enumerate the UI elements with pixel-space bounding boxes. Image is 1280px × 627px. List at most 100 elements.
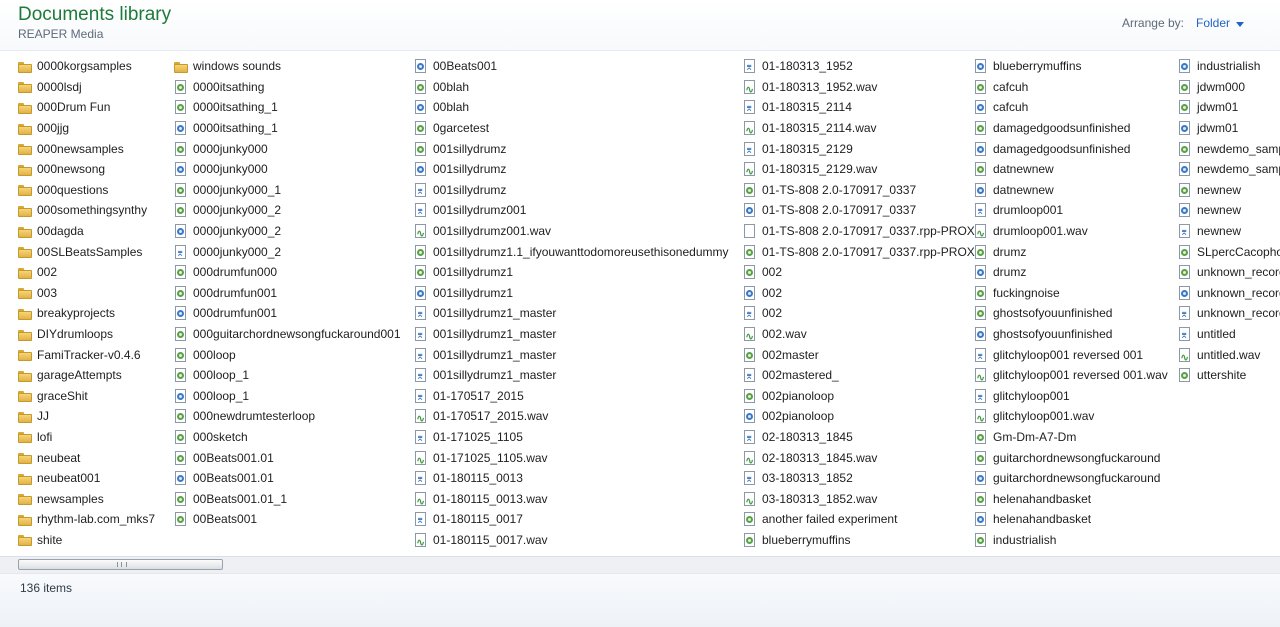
file-item[interactable]: 0000korgsamples [18, 56, 155, 77]
file-item[interactable]: newdemo_samp [1178, 159, 1280, 180]
file-item[interactable]: 000guitarchordnewsongfuckaround001 [174, 324, 401, 345]
file-item[interactable]: datnewnew [974, 180, 1168, 201]
file-item[interactable]: 001sillydrumz1_master [414, 365, 729, 387]
file-item[interactable]: unknown_record [1178, 283, 1280, 304]
file-item[interactable]: 000drumfun001 [174, 303, 401, 324]
file-item[interactable]: 03-180313_1852.wav [743, 488, 975, 512]
file-item[interactable]: 0000itsathing_1 [174, 97, 401, 118]
file-item[interactable]: 00dagda [18, 221, 155, 242]
file-item[interactable]: newnew [1178, 200, 1280, 221]
file-item[interactable]: unknown_record [1178, 303, 1280, 325]
file-item[interactable]: 0garcetest [414, 118, 729, 139]
file-item[interactable]: 002mastered_ [743, 365, 975, 387]
file-item[interactable]: jdwm01 [1178, 97, 1280, 118]
file-item[interactable]: 00Beats001 [414, 56, 729, 77]
file-item[interactable]: 000loop_1 [174, 365, 401, 386]
file-item[interactable]: 01-180315_2129 [743, 138, 975, 161]
file-item[interactable]: 00SLBeatsSamples [18, 241, 155, 262]
file-item[interactable]: glitchyloop001 [974, 386, 1168, 408]
file-item[interactable]: windows sounds [174, 56, 401, 77]
file-item[interactable]: jdwm000 [1178, 77, 1280, 98]
file-item[interactable]: lofi [18, 427, 155, 448]
file-item[interactable]: 000newdrumtesterloop [174, 406, 401, 427]
file-item[interactable]: breakyprojects [18, 303, 155, 324]
file-item[interactable]: 002 [743, 303, 975, 325]
file-item[interactable]: glitchyloop001 reversed 001 [974, 344, 1168, 367]
file-item[interactable]: glitchyloop001.wav [974, 406, 1168, 429]
file-item[interactable]: 001sillydrumz1_master [414, 324, 729, 346]
file-item[interactable]: 000somethingsynthy [18, 200, 155, 221]
file-item[interactable]: ghostsofyouunfinished [974, 324, 1168, 345]
file-item[interactable]: industrialish [974, 530, 1168, 551]
file-item[interactable]: 01-TS-808 2.0-170917_0337 [743, 180, 975, 201]
file-item[interactable]: 000newsamples [18, 138, 155, 159]
file-item[interactable]: JJ [18, 406, 155, 427]
scrollbar-thumb[interactable] [18, 559, 223, 570]
file-item[interactable]: newnew [1178, 221, 1280, 243]
file-item[interactable]: damagedgoodsunfinished [974, 138, 1168, 159]
file-item[interactable]: 000sketch [174, 427, 401, 448]
file-item[interactable]: 02-180313_1845.wav [743, 447, 975, 471]
file-item[interactable]: 0000itsathing [174, 77, 401, 98]
file-item[interactable]: Gm-Dm-A7-Dm [974, 427, 1168, 448]
file-item[interactable]: 01-TS-808 2.0-170917_0337.rpp-PROX [743, 241, 975, 262]
file-item[interactable]: drumz [974, 241, 1168, 262]
file-item[interactable]: 01-180313_1952 [743, 56, 975, 78]
file-item[interactable]: drumz [974, 262, 1168, 283]
file-item[interactable]: another failed experiment [743, 509, 975, 530]
file-item[interactable]: 01-180315_2114.wav [743, 118, 975, 141]
file-item[interactable]: DIYdrumloops [18, 324, 155, 345]
file-item[interactable]: 0000junky000 [174, 138, 401, 159]
file-item[interactable]: 001sillydrumz001.wav [414, 221, 729, 244]
file-item[interactable]: 0000junky000 [174, 159, 401, 180]
file-item[interactable]: 0000junky000_2 [174, 221, 401, 242]
file-item[interactable]: FamiTracker-v0.4.6 [18, 344, 155, 365]
file-item[interactable]: 01-180115_0017 [414, 509, 729, 531]
file-item[interactable]: 001sillydrumz1 [414, 283, 729, 304]
file-item[interactable]: 000drumfun001 [174, 283, 401, 304]
file-item[interactable]: drumloop001.wav [974, 221, 1168, 244]
file-item[interactable]: 002 [743, 262, 975, 283]
file-item[interactable]: unknown_record [1178, 262, 1280, 283]
file-item[interactable]: 002.wav [743, 324, 975, 347]
file-item[interactable]: 01-180315_2114 [743, 97, 975, 119]
file-item[interactable]: 000questions [18, 180, 155, 201]
file-item[interactable]: newdemo_samp [1178, 138, 1280, 159]
file-item[interactable]: 0000lsdj [18, 77, 155, 98]
file-item[interactable]: 002pianoloop [743, 386, 975, 407]
file-item[interactable]: newnew [1178, 180, 1280, 201]
horizontal-scrollbar[interactable] [0, 556, 1280, 574]
file-item[interactable]: 000drumfun000 [174, 262, 401, 283]
file-item[interactable]: industrialish [1178, 56, 1280, 77]
file-item[interactable]: 02-180313_1845 [743, 427, 975, 449]
file-item[interactable]: neubeat [18, 447, 155, 468]
file-item[interactable]: datnewnew [974, 159, 1168, 180]
file-item[interactable]: 00Beats001 [174, 509, 401, 530]
file-item[interactable]: 0000junky000_1 [174, 180, 401, 201]
file-item[interactable]: garageAttempts [18, 365, 155, 386]
file-item[interactable]: damagedgoodsunfinished [974, 118, 1168, 139]
file-item[interactable]: blueberrymuffins [974, 56, 1168, 77]
file-item[interactable]: helenahandbasket [974, 509, 1168, 530]
file-item[interactable]: graceShit [18, 386, 155, 407]
file-item[interactable]: 0000junky000_2 [174, 200, 401, 221]
file-item[interactable]: untitled.wav [1178, 344, 1280, 368]
file-item[interactable]: 000loop_1 [174, 386, 401, 407]
file-item[interactable]: 000jjg [18, 118, 155, 139]
file-item[interactable]: 001sillydrumz [414, 180, 729, 202]
file-item[interactable]: helenahandbasket [974, 488, 1168, 509]
file-item[interactable]: 01-TS-808 2.0-170917_0337 [743, 200, 975, 221]
file-item[interactable]: 01-180313_1952.wav [743, 77, 975, 100]
file-item[interactable]: 0000junky000_2 [174, 241, 401, 264]
file-item[interactable]: 001sillydrumz001 [414, 200, 729, 222]
file-item[interactable]: shite [18, 530, 155, 551]
file-item[interactable]: 00Beats001.01_1 [174, 488, 401, 509]
file-item[interactable]: 002pianoloop [743, 406, 975, 427]
file-item[interactable]: 0000itsathing_1 [174, 118, 401, 139]
file-item[interactable]: 01-171025_1105.wav [414, 447, 729, 471]
file-item[interactable]: 002 [743, 283, 975, 304]
file-item[interactable]: neubeat001 [18, 468, 155, 489]
file-item[interactable]: 01-171025_1105 [414, 427, 729, 449]
file-item[interactable]: untitled [1178, 324, 1280, 346]
file-item[interactable]: 001sillydrumz [414, 159, 729, 180]
